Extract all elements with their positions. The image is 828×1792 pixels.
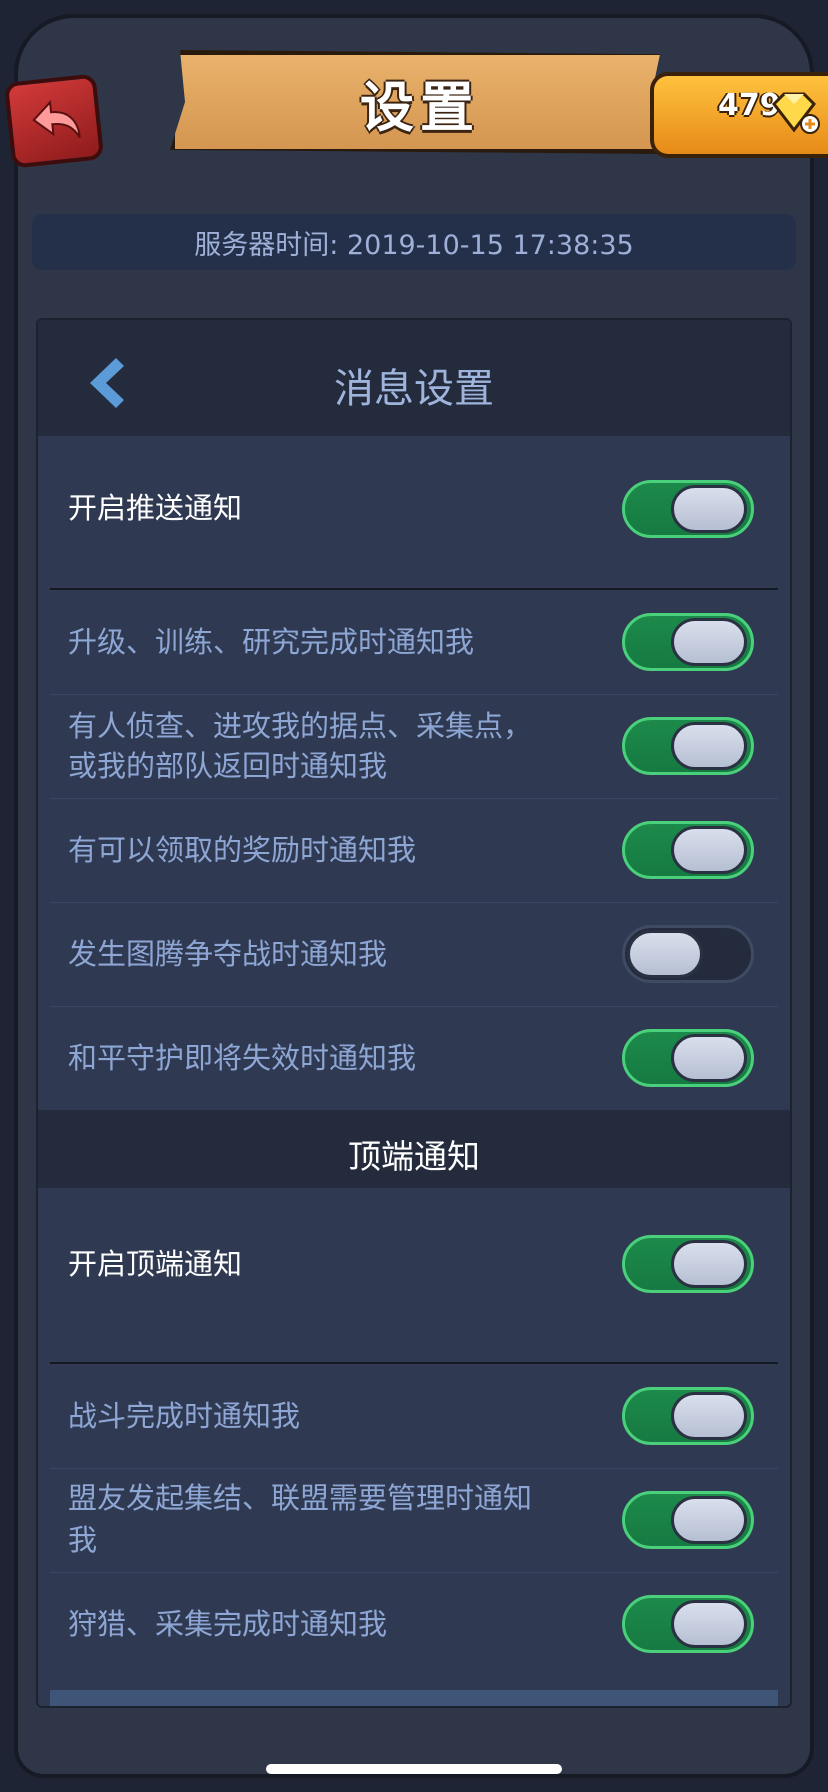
push-item-toggle[interactable] [622,925,754,983]
toggle-knob [627,930,703,978]
top-item-row: 狩猎、采集完成时通知我 [38,1572,790,1676]
toggle-knob [671,1034,747,1082]
message-settings-panel: 消息设置 开启推送通知 升级、训练、研究完成时通知我 有人侦查、进攻我的据点、采… [36,318,792,1708]
push-item-row: 有可以领取的奖励时通知我 [38,798,790,902]
push-item-label: 升级、训练、研究完成时通知我 [68,625,475,659]
push-master-label: 开启推送通知 [68,491,243,525]
toggle-knob [671,1496,747,1544]
page-title: 设置 [360,75,480,139]
scroll-edge [50,1690,778,1706]
push-item-label: 有可以领取的奖励时通知我 [68,833,417,867]
push-item-toggle[interactable] [622,717,754,775]
push-master-toggle[interactable] [622,480,754,538]
top-item-label: 狩猎、采集完成时通知我 [68,1607,388,1641]
top-master-row: 开启顶端通知 [38,1188,790,1342]
panel-title: 消息设置 [334,366,494,412]
home-indicator[interactable] [266,1764,562,1774]
top-item-row: 盟友发起集结、联盟需要管理时通知 我 [38,1468,790,1572]
push-item-row: 有人侦查、进攻我的据点、采集点， 或我的部队返回时通知我 [38,694,790,798]
push-item-label: 有人侦查、进攻我的据点、采集点， [68,709,533,743]
server-time-bar: 服务器时间: 2019-10-15 17:38:35 [32,214,796,270]
push-item-label-line2: 或我的部队返回时通知我 [68,749,388,783]
gem-plus-icon[interactable] [770,90,820,136]
top-item-toggle[interactable] [622,1595,754,1653]
top-notify-section-header: 顶端通知 [38,1110,790,1188]
server-time: 服务器时间: 2019-10-15 17:38:35 [194,229,634,261]
push-item-row: 升级、训练、研究完成时通知我 [38,590,790,694]
push-item-label: 发生图腾争夺战时通知我 [68,937,388,971]
back-button[interactable] [3,73,105,169]
top-item-toggle[interactable] [622,1387,754,1445]
toggle-knob [671,826,747,874]
push-master-row: 开启推送通知 [38,436,790,590]
top-master-label: 开启顶端通知 [68,1247,243,1281]
toggle-knob [671,722,747,770]
toggle-knob [671,485,747,533]
section-title: 顶端通知 [348,1137,480,1176]
panel-header: 消息设置 [38,320,790,436]
push-item-label: 和平守护即将失效时通知我 [68,1041,417,1075]
push-item-toggle[interactable] [622,613,754,671]
top-master-toggle[interactable] [622,1235,754,1293]
toggle-knob [671,1600,747,1648]
top-item-label: 战斗完成时通知我 [68,1399,301,1433]
title-plaque: 设置 [170,50,670,154]
toggle-knob [671,1392,747,1440]
top-item-row: 战斗完成时通知我 [38,1364,790,1468]
back-arrow-icon [32,99,81,138]
top-item-label: 盟友发起集结、联盟需要管理时通知 [68,1481,533,1515]
toggle-knob [671,1240,747,1288]
top-item-label-line2: 我 [68,1523,98,1557]
push-item-row: 发生图腾争夺战时通知我 [38,902,790,1006]
toggle-knob [671,618,747,666]
top-item-toggle[interactable] [622,1491,754,1549]
push-item-toggle[interactable] [622,1029,754,1087]
push-item-row: 和平守护即将失效时通知我 [38,1006,790,1110]
push-item-toggle[interactable] [622,821,754,879]
